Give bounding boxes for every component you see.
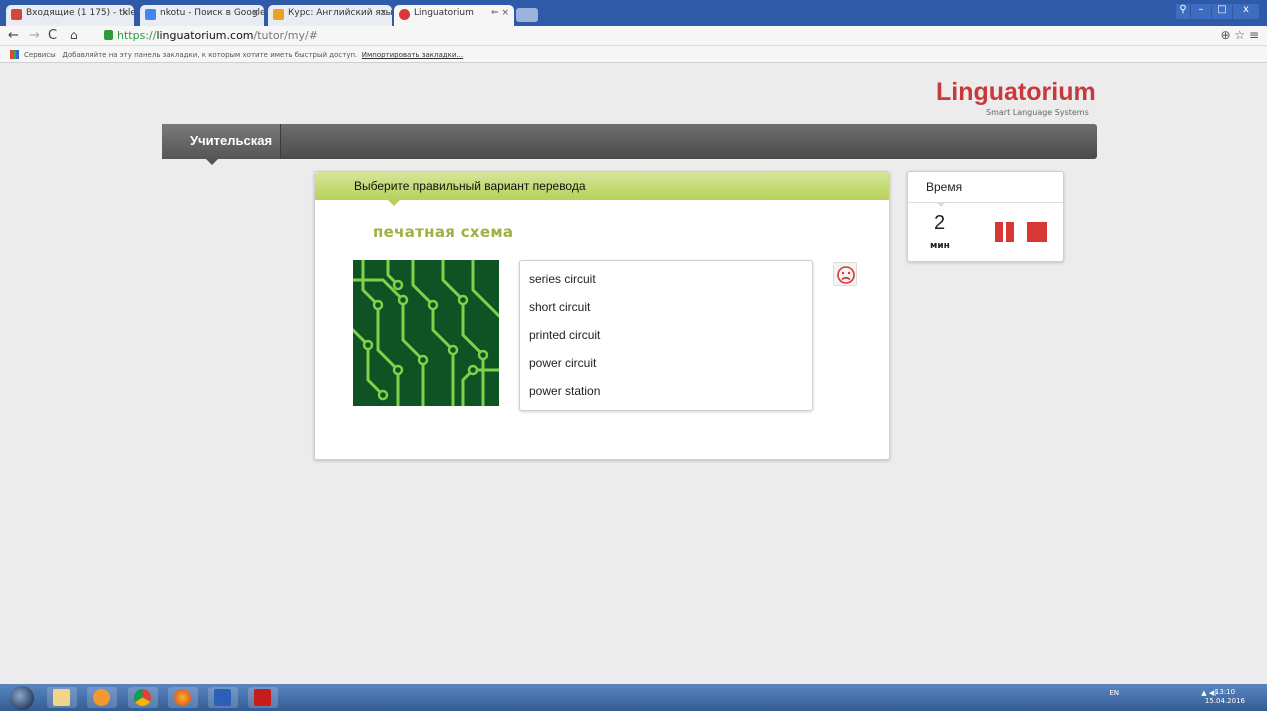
- answer-option[interactable]: power circuit: [529, 356, 596, 370]
- close-window-button[interactable]: x: [1233, 4, 1259, 19]
- circuit-board-graphic: [353, 260, 499, 406]
- tab-google[interactable]: nkotu - Поиск в Google ×: [140, 5, 264, 26]
- start-button[interactable]: [10, 686, 34, 710]
- bookmarks-prompt: Добавляйте на эту панель закладки, к кот…: [62, 51, 358, 59]
- answer-option[interactable]: printed circuit: [529, 328, 600, 342]
- firefox-taskbar-button[interactable]: [168, 687, 198, 708]
- pause-icon-bar: [1006, 222, 1014, 242]
- exercise-card: Выберите правильный вариант перевода печ…: [314, 171, 890, 460]
- pdf-icon: [254, 689, 271, 706]
- site-logo[interactable]: Linguatorium: [936, 78, 1096, 107]
- close-icon[interactable]: ×: [379, 8, 387, 18]
- explorer-taskbar-button[interactable]: [47, 687, 77, 708]
- tab-label: Входящие (1 175) - tklep: [26, 8, 134, 18]
- chrome-icon: [134, 689, 151, 706]
- word-taskbar-button[interactable]: [208, 687, 238, 708]
- close-icon[interactable]: ×: [251, 8, 259, 18]
- url-scheme: https://: [117, 29, 157, 42]
- gmail-icon: [11, 9, 22, 20]
- course-icon: [273, 9, 284, 20]
- clock-time: 13:10: [1214, 688, 1236, 696]
- main-navbar: Учительская: [162, 124, 1097, 159]
- star-icon[interactable]: ☆: [1234, 28, 1245, 42]
- close-icon[interactable]: ⇐ ×: [491, 8, 509, 18]
- url-host: linguatorium.com: [156, 29, 254, 42]
- sad-face-graphic: [837, 266, 855, 284]
- sad-face-icon[interactable]: [833, 262, 857, 286]
- card-pointer: [388, 200, 400, 206]
- address-bar[interactable]: https://linguatorium.com/tutor/my/#: [117, 29, 318, 42]
- url-path: /tutor/my/#: [253, 29, 318, 42]
- user-icon[interactable]: ⚲: [1176, 4, 1190, 19]
- tab-course[interactable]: Курс: Английский язык ×: [268, 5, 392, 26]
- os-taskbar: EN ▲ ◀) 13:10 15.04.2016: [0, 684, 1267, 711]
- tab-label: nkotu - Поиск в Google: [160, 8, 264, 18]
- apps-icon[interactable]: [10, 50, 19, 59]
- answer-option[interactable]: short circuit: [529, 300, 590, 314]
- media-player-icon: [93, 689, 110, 706]
- apps-label[interactable]: Сервисы: [24, 51, 56, 59]
- nav-pointer: [206, 159, 218, 165]
- answer-options: series circuit short circuit printed cir…: [519, 260, 813, 411]
- timer-title: Время: [926, 180, 963, 194]
- tray-clock[interactable]: 13:10 15.04.2016: [1205, 688, 1245, 706]
- home-icon[interactable]: ⌂: [70, 28, 78, 42]
- lock-icon: [104, 30, 113, 40]
- tab-label: Linguatorium: [414, 8, 474, 18]
- google-icon: [145, 9, 156, 20]
- tab-label: Курс: Английский язык: [288, 8, 392, 18]
- circuit-board-image: [353, 260, 499, 406]
- tab-linguatorium[interactable]: Linguatorium ⇐ ×: [394, 5, 514, 26]
- browser-tabstrip: Входящие (1 175) - tklep × nkotu - Поиск…: [0, 0, 1267, 26]
- close-icon[interactable]: ×: [121, 8, 129, 18]
- bookmarks-text: Сервисы Добавляйте на эту панель закладк…: [24, 51, 463, 59]
- timer-panel: Время 2 мин: [907, 171, 1064, 262]
- back-arrow-icon[interactable]: ←: [8, 28, 19, 43]
- linguatorium-icon: [399, 9, 410, 20]
- reload-icon[interactable]: C: [48, 28, 57, 43]
- firefox-icon: [174, 689, 191, 706]
- tab-gmail[interactable]: Входящие (1 175) - tklep ×: [6, 5, 134, 26]
- minimize-button[interactable]: –: [1191, 4, 1211, 19]
- answer-option[interactable]: power station: [529, 384, 600, 398]
- site-logo-subtitle: Smart Language Systems: [986, 108, 1089, 117]
- forward-arrow-icon[interactable]: →: [29, 28, 40, 43]
- tray-language[interactable]: EN: [1109, 689, 1119, 697]
- exercise-word: печатная схема: [373, 223, 514, 241]
- exercise-instruction: Выберите правильный вариант перевода: [315, 172, 889, 200]
- word-icon: [214, 689, 231, 706]
- toolbar-right-icons: ⊕ ☆ ≡: [1220, 28, 1259, 42]
- timer-divider: [908, 202, 1063, 203]
- chrome-taskbar-button[interactable]: [128, 687, 158, 708]
- folder-icon: [53, 689, 70, 706]
- clock-date: 15.04.2016: [1204, 697, 1245, 705]
- timer-value: 2: [934, 212, 946, 234]
- import-bookmarks-link[interactable]: Импортировать закладки...: [362, 51, 463, 59]
- timer-pointer: [936, 202, 946, 207]
- menu-icon[interactable]: ≡: [1249, 28, 1259, 42]
- browser-toolbar: ← → C ⌂ https://linguatorium.com/tutor/m…: [0, 26, 1267, 46]
- answer-option[interactable]: series circuit: [529, 272, 596, 286]
- new-tab-button[interactable]: [516, 8, 538, 22]
- bookmarks-bar: Сервисы Добавляйте на эту панель закладк…: [0, 46, 1267, 63]
- pause-icon: [995, 222, 1003, 242]
- stop-button[interactable]: [1027, 222, 1047, 242]
- acrobat-taskbar-button[interactable]: [248, 687, 278, 708]
- pause-button[interactable]: [995, 222, 1015, 242]
- nav-tab-teacher-room[interactable]: Учительская: [162, 124, 281, 159]
- timer-unit: мин: [930, 241, 950, 251]
- media-taskbar-button[interactable]: [87, 687, 117, 708]
- zoom-icon[interactable]: ⊕: [1220, 28, 1230, 42]
- maximize-button[interactable]: □: [1212, 4, 1232, 19]
